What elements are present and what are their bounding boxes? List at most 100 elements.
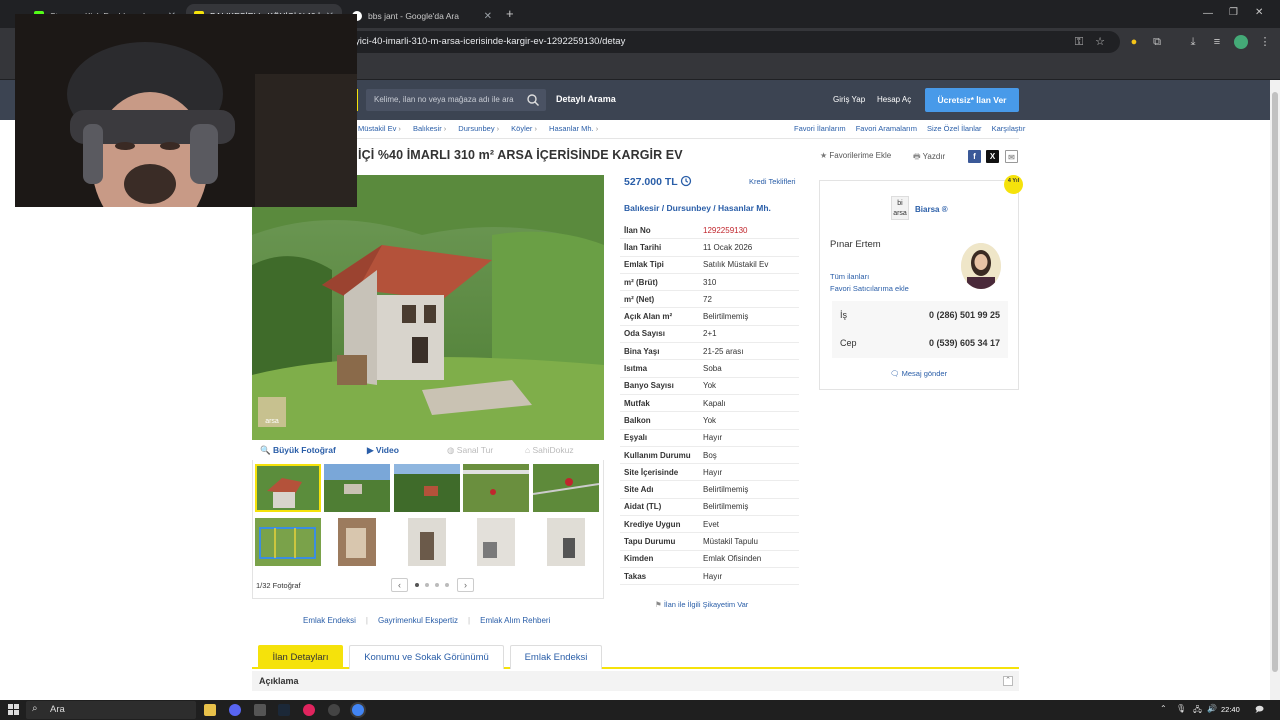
video-button[interactable]: ▶ Video [367, 445, 399, 456]
volume-icon[interactable]: 🔊 [1207, 704, 1217, 713]
page-dot[interactable] [435, 583, 439, 587]
tab-location[interactable]: Konumu ve Sokak Görünümü [349, 645, 504, 669]
taskbar-search[interactable]: Ara [26, 701, 196, 719]
flag-icon: ⚑ [655, 600, 662, 609]
extension-dot-icon[interactable]: ● [1127, 35, 1141, 49]
thumbnail[interactable] [394, 518, 460, 566]
search-icon[interactable] [526, 93, 540, 107]
obs-icon[interactable] [328, 704, 340, 716]
download-icon[interactable]: ⤓ [1186, 35, 1200, 49]
main-photo[interactable]: arsa [252, 175, 604, 440]
close-tab-icon[interactable]: ✕ [484, 11, 492, 22]
collapse-icon[interactable]: ⌃ [1003, 676, 1013, 686]
breadcrumb-item[interactable]: Balıkesir [413, 124, 446, 133]
prev-page-button[interactable]: ‹ [391, 578, 408, 592]
attribute-row: Oda Sayısı 2+1 [620, 326, 799, 344]
appraisal-link[interactable]: Gayrimenkul Ekspertiz [378, 616, 458, 625]
complaint-link[interactable]: ⚑ İlan ile İlgili Şikayetim Var [655, 600, 748, 609]
login-link[interactable]: Giriş Yap [833, 95, 865, 104]
profile-avatar-icon[interactable] [1234, 35, 1248, 49]
favorite-seller-link[interactable]: Favori Satıcılarıma ekle [830, 284, 909, 293]
mobile-phone[interactable]: Cep 0 (539) 605 34 17 [840, 338, 1000, 348]
webcam-overlay [15, 14, 357, 207]
media-app-icon[interactable] [303, 704, 315, 716]
tab-real-estate-index[interactable]: Emlak Endeksi [510, 645, 602, 669]
tray-chevron-icon[interactable]: ⌃ [1160, 704, 1167, 713]
breadcrumb: Müstakil Ev Balıkesir Dursunbey Köyler H… [358, 124, 598, 133]
special-ads-link[interactable]: Size Özel İlanlar [927, 124, 982, 133]
breadcrumb-item[interactable]: Dursunbey [458, 124, 499, 133]
print-link[interactable]: 🖶 Yazdır [913, 151, 945, 165]
facebook-share-icon[interactable]: f [968, 150, 981, 163]
scrollbar[interactable] [1270, 80, 1280, 700]
x-share-icon[interactable]: X [986, 150, 999, 163]
thumbnail[interactable] [533, 518, 599, 566]
extensions-puzzle-icon[interactable]: ⧉ [1150, 35, 1164, 49]
price: 527.000 TL [624, 176, 678, 188]
big-photo-button[interactable]: 🔍 Büyük Fotoğraf [260, 445, 336, 456]
windows-start-icon[interactable] [8, 704, 19, 715]
chrome-icon[interactable] [352, 704, 364, 716]
minimize-icon[interactable]: — [1203, 8, 1213, 19]
detailed-search-link[interactable]: Detaylı Arama [556, 94, 616, 104]
next-page-button[interactable]: › [457, 578, 474, 592]
taskbar-clock[interactable]: 22:40 [1221, 705, 1240, 714]
thumbnail[interactable] [255, 464, 321, 512]
restore-icon[interactable]: ❐ [1229, 7, 1238, 18]
page-dot[interactable] [425, 583, 429, 587]
register-link[interactable]: Hesap Aç [877, 95, 911, 104]
key-icon[interactable]: ⚿ [1072, 35, 1086, 49]
browser-tab-google[interactable]: bbs jant - Google'da Ara ✕ [344, 4, 500, 28]
reading-list-icon[interactable]: ≡ [1210, 35, 1224, 49]
attribute-row: Kimden Emlak Ofisinden [620, 551, 799, 568]
add-favorite-link[interactable]: ★ Favorilerime Ekle [820, 151, 891, 160]
tab-listing-details[interactable]: İlan Detayları [258, 645, 343, 669]
watermark-text: arsa [265, 418, 279, 425]
buying-guide-link[interactable]: Emlak Alım Rehberi [480, 616, 550, 625]
breadcrumb-item[interactable]: Köyler [511, 124, 537, 133]
email-share-icon[interactable]: ✉ [1005, 150, 1018, 163]
thumbnail[interactable] [324, 464, 390, 512]
store-logo[interactable]: bi arsa [891, 196, 909, 220]
page-dot[interactable] [415, 583, 419, 587]
breadcrumb-item[interactable]: Hasanlar Mh. [549, 124, 598, 133]
favorite-ads-link[interactable]: Favori İlanlarım [794, 124, 846, 133]
thumbnail[interactable] [394, 464, 460, 512]
search-input[interactable]: Kelime, ilan no veya mağaza adı ile ara [366, 89, 546, 111]
post-ad-button[interactable]: Ücretsiz* İlan Ver [925, 88, 1019, 112]
favorite-searches-link[interactable]: Favori Aramalarım [856, 124, 917, 133]
location-link[interactable]: Balıkesir / Dursunbey / Hasanlar Mh. [624, 203, 771, 213]
price-history-icon[interactable] [680, 175, 692, 187]
network-icon[interactable]: 🖧 [1193, 704, 1202, 718]
scroll-thumb[interactable] [1272, 92, 1278, 672]
credit-offers-link[interactable]: Kredi Teklifleri [749, 177, 796, 186]
menu-kebab-icon[interactable]: ⋮ [1258, 35, 1272, 49]
bookmark-star-icon[interactable]: ☆ [1093, 35, 1107, 49]
send-message-link[interactable]: 🗨 Mesaj gönder [890, 369, 947, 378]
thumbnail[interactable] [463, 464, 529, 512]
description-header: Açıklama ⌃ [252, 671, 1019, 691]
thumbnail[interactable] [324, 518, 390, 566]
close-window-icon[interactable]: ✕ [1255, 7, 1263, 18]
attributes-table: İlan No 1292259130 İlan Tarihi 11 Ocak 202… [620, 222, 799, 586]
all-ads-link[interactable]: Tüm ilanları [830, 272, 869, 281]
attribute-row: Banyo Sayısı Yok [620, 378, 799, 395]
steam-icon[interactable] [278, 704, 290, 716]
zoom-icon: 🔍 [260, 445, 271, 455]
microphone-icon[interactable]: 🎙 [1176, 704, 1186, 713]
file-explorer-icon[interactable] [204, 704, 216, 716]
compare-link[interactable]: Karşılaştır [992, 124, 1026, 133]
app-icon[interactable] [254, 704, 266, 716]
store-name-link[interactable]: Biarsa ® [915, 205, 948, 214]
notification-icon[interactable]: 🗩 [1255, 704, 1264, 718]
discord-icon[interactable] [229, 704, 241, 716]
thumbnail[interactable] [255, 518, 321, 566]
work-phone[interactable]: İş 0 (286) 501 99 25 [840, 310, 1000, 320]
page-dot[interactable] [445, 583, 449, 587]
thumbnail[interactable] [463, 518, 529, 566]
breadcrumb-item[interactable]: Müstakil Ev [358, 124, 401, 133]
attribute-row: Site Adı Belirtilmemiş [620, 481, 799, 499]
thumbnail[interactable] [533, 464, 599, 512]
new-tab-icon[interactable]: + [506, 6, 514, 21]
real-estate-index-link[interactable]: Emlak Endeksi [303, 616, 356, 625]
